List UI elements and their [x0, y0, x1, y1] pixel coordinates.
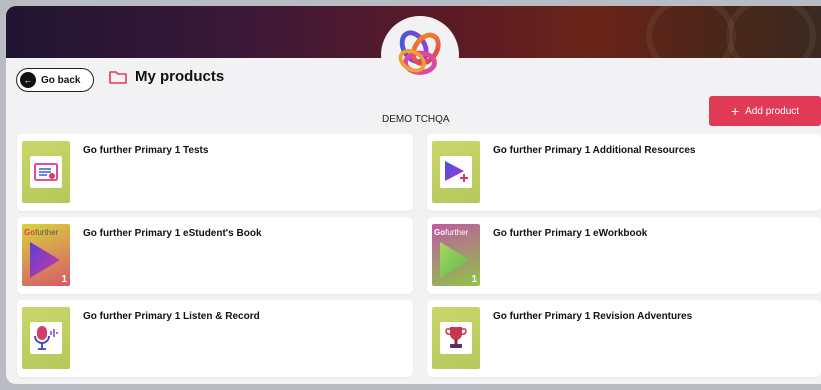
logo-flower-icon — [398, 30, 441, 75]
trophy-icon — [445, 327, 467, 348]
brand-logo — [383, 18, 457, 92]
product-name: Go further Primary 1 Listen & Record — [83, 311, 260, 322]
level-number: 1 — [61, 274, 67, 285]
folder-icon — [109, 70, 127, 84]
product-thumbnail: Gofurther 1 — [432, 224, 480, 286]
product-thumbnail — [22, 141, 70, 203]
product-name: Go further Primary 1 Revision Adventures — [493, 311, 693, 322]
play-plus-icon — [445, 161, 469, 183]
book-brand: Gofurther — [24, 228, 59, 237]
page-title-text: My products — [135, 68, 225, 85]
plus-icon: + — [730, 103, 740, 119]
level-number: 1 — [471, 274, 477, 285]
product-thumbnail: Gofurther 1 — [22, 224, 70, 286]
product-card-eworkbook[interactable]: Gofurther 1 Go further Primary 1 eWorkbo… — [427, 217, 821, 294]
go-back-button[interactable]: ← Go back — [16, 68, 94, 92]
product-card-revision-adventures[interactable]: Go further Primary 1 Revision Adventures — [427, 300, 821, 377]
add-product-label: Add product — [745, 105, 800, 117]
banner-decoration — [726, 6, 816, 76]
arrow-left-icon: ← — [20, 72, 36, 88]
app-frame: ← Go back My products DEMO TCHQA + Add p… — [6, 6, 821, 384]
product-name: Go further Primary 1 Tests — [83, 145, 209, 156]
book-brand: Gofurther — [434, 228, 469, 237]
product-card-listen-record[interactable]: Go further Primary 1 Listen & Record — [17, 300, 413, 377]
product-thumbnail — [432, 307, 480, 369]
organization-name: DEMO TCHQA — [382, 114, 450, 125]
product-thumbnail — [22, 307, 70, 369]
product-card-additional-resources[interactable]: Go further Primary 1 Additional Resource… — [427, 134, 821, 211]
microphone-icon — [34, 326, 58, 350]
test-document-icon — [34, 163, 58, 181]
add-product-button[interactable]: + Add product — [709, 96, 821, 126]
product-card-estudents-book[interactable]: Gofurther 1 Go further Primary 1 eStuden… — [17, 217, 413, 294]
product-name: Go further Primary 1 eWorkbook — [493, 228, 648, 239]
product-thumbnail — [432, 141, 480, 203]
product-card-tests[interactable]: Go further Primary 1 Tests — [17, 134, 413, 211]
product-name: Go further Primary 1 Additional Resource… — [493, 145, 696, 156]
page-title: My products — [109, 68, 224, 85]
play-icon — [440, 242, 470, 278]
product-name: Go further Primary 1 eStudent's Book — [83, 228, 262, 239]
banner-decoration — [646, 6, 736, 76]
play-icon — [30, 242, 60, 278]
go-back-label: Go back — [41, 74, 81, 86]
